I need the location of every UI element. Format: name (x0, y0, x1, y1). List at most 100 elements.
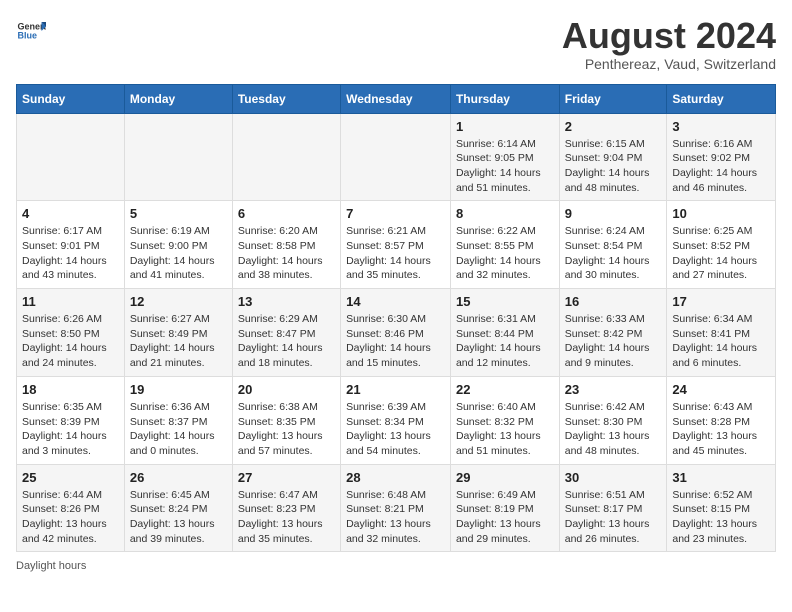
calendar-cell: 17 Sunrise: 6:34 AMSunset: 8:41 PMDayligh… (667, 289, 776, 377)
day-number: 5 (130, 206, 227, 221)
calendar-cell: 26 Sunrise: 6:45 AMSunset: 8:24 PMDayligh… (124, 464, 232, 552)
logo: General Blue (16, 16, 46, 46)
col-header-sunday: Sunday (17, 84, 125, 113)
day-info: Sunrise: 6:45 AMSunset: 8:24 PMDaylight:… (130, 488, 227, 547)
day-number: 20 (238, 382, 335, 397)
calendar-cell: 7 Sunrise: 6:21 AMSunset: 8:57 PMDaylight… (341, 201, 451, 289)
calendar-cell: 22Sunrise: 6:40 AMSunset: 8:32 PMDayligh… (450, 376, 559, 464)
day-info: Sunrise: 6:43 AMSunset: 8:28 PMDaylight:… (672, 400, 770, 459)
calendar-cell: 14 Sunrise: 6:30 AMSunset: 8:46 PMDayligh… (341, 289, 451, 377)
day-info: Sunrise: 6:14 AMSunset: 9:05 PMDaylight:… (456, 137, 554, 196)
calendar-cell: 8 Sunrise: 6:22 AMSunset: 8:55 PMDaylight… (450, 201, 559, 289)
day-number: 25 (22, 470, 119, 485)
day-info: Sunrise: 6:24 AMSunset: 8:54 PMDaylight:… (565, 224, 662, 283)
day-number: 7 (346, 206, 445, 221)
calendar-cell (124, 113, 232, 201)
calendar-cell: 29 Sunrise: 6:49 AMSunset: 8:19 PMDayligh… (450, 464, 559, 552)
day-info: Sunrise: 6:19 AMSunset: 9:00 PMDaylight:… (130, 224, 227, 283)
svg-text:Blue: Blue (18, 31, 38, 41)
day-info: Sunrise: 6:49 AMSunset: 8:19 PMDaylight:… (456, 488, 554, 547)
calendar-cell: 19 Sunrise: 6:36 AMSunset: 8:37 PMDayligh… (124, 376, 232, 464)
day-number: 17 (672, 294, 770, 309)
day-info: Sunrise: 6:36 AMSunset: 8:37 PMDaylight:… (130, 400, 227, 459)
day-info: Sunrise: 6:26 AMSunset: 8:50 PMDaylight:… (22, 312, 119, 371)
title-block: August 2024 Penthereaz, Vaud, Switzerlan… (562, 16, 776, 72)
day-number: 26 (130, 470, 227, 485)
footer-note: Daylight hours (16, 560, 776, 572)
calendar-cell: 28 Sunrise: 6:48 AMSunset: 8:21 PMDayligh… (341, 464, 451, 552)
day-info: Sunrise: 6:42 AMSunset: 8:30 PMDaylight:… (565, 400, 662, 459)
col-header-monday: Monday (124, 84, 232, 113)
calendar-cell: 13 Sunrise: 6:29 AMSunset: 8:47 PMDayligh… (232, 289, 340, 377)
col-header-saturday: Saturday (667, 84, 776, 113)
day-number: 29 (456, 470, 554, 485)
page-header: General Blue August 2024 Penthereaz, Vau… (16, 16, 776, 72)
day-number: 8 (456, 206, 554, 221)
calendar-cell (341, 113, 451, 201)
calendar-cell: 27Sunrise: 6:47 AMSunset: 8:23 PMDayligh… (232, 464, 340, 552)
calendar-week-row: 4Sunrise: 6:17 AMSunset: 9:01 PMDaylight… (17, 201, 776, 289)
calendar-cell: 11 Sunrise: 6:26 AMSunset: 8:50 PMDayligh… (17, 289, 125, 377)
day-info: Sunrise: 6:21 AMSunset: 8:57 PMDaylight:… (346, 224, 445, 283)
day-number: 15 (456, 294, 554, 309)
calendar-cell: 10 Sunrise: 6:25 AMSunset: 8:52 PMDayligh… (667, 201, 776, 289)
calendar-cell (17, 113, 125, 201)
col-header-friday: Friday (559, 84, 667, 113)
day-number: 31 (672, 470, 770, 485)
col-header-wednesday: Wednesday (341, 84, 451, 113)
day-info: Sunrise: 6:29 AMSunset: 8:47 PMDaylight:… (238, 312, 335, 371)
day-info: Sunrise: 6:35 AMSunset: 8:39 PMDaylight:… (22, 400, 119, 459)
calendar-cell: 16Sunrise: 6:33 AMSunset: 8:42 PMDayligh… (559, 289, 667, 377)
day-number: 23 (565, 382, 662, 397)
day-info: Sunrise: 6:34 AMSunset: 8:41 PMDaylight:… (672, 312, 770, 371)
day-info: Sunrise: 6:20 AMSunset: 8:58 PMDaylight:… (238, 224, 335, 283)
calendar-cell: 18 Sunrise: 6:35 AMSunset: 8:39 PMDayligh… (17, 376, 125, 464)
day-info: Sunrise: 6:15 AMSunset: 9:04 PMDaylight:… (565, 137, 662, 196)
calendar-table: SundayMondayTuesdayWednesdayThursdayFrid… (16, 84, 776, 553)
day-info: Sunrise: 6:22 AMSunset: 8:55 PMDaylight:… (456, 224, 554, 283)
calendar-cell: 3 Sunrise: 6:16 AMSunset: 9:02 PMDaylight… (667, 113, 776, 201)
day-info: Sunrise: 6:38 AMSunset: 8:35 PMDaylight:… (238, 400, 335, 459)
calendar-cell: 12 Sunrise: 6:27 AMSunset: 8:49 PMDayligh… (124, 289, 232, 377)
day-info: Sunrise: 6:47 AMSunset: 8:23 PMDaylight:… (238, 488, 335, 547)
day-number: 12 (130, 294, 227, 309)
day-number: 10 (672, 206, 770, 221)
calendar-week-row: 18 Sunrise: 6:35 AMSunset: 8:39 PMDayligh… (17, 376, 776, 464)
day-number: 18 (22, 382, 119, 397)
day-info: Sunrise: 6:51 AMSunset: 8:17 PMDaylight:… (565, 488, 662, 547)
day-number: 30 (565, 470, 662, 485)
day-info: Sunrise: 6:48 AMSunset: 8:21 PMDaylight:… (346, 488, 445, 547)
calendar-cell: 4Sunrise: 6:17 AMSunset: 9:01 PMDaylight… (17, 201, 125, 289)
day-number: 11 (22, 294, 119, 309)
calendar-cell: 21Sunrise: 6:39 AMSunset: 8:34 PMDayligh… (341, 376, 451, 464)
col-header-tuesday: Tuesday (232, 84, 340, 113)
day-number: 16 (565, 294, 662, 309)
day-number: 28 (346, 470, 445, 485)
day-info: Sunrise: 6:31 AMSunset: 8:44 PMDaylight:… (456, 312, 554, 371)
main-title: August 2024 (562, 16, 776, 56)
day-number: 4 (22, 206, 119, 221)
calendar-cell: 23 Sunrise: 6:42 AMSunset: 8:30 PMDayligh… (559, 376, 667, 464)
day-number: 13 (238, 294, 335, 309)
day-number: 2 (565, 119, 662, 134)
calendar-cell (232, 113, 340, 201)
day-number: 14 (346, 294, 445, 309)
calendar-cell: 25Sunrise: 6:44 AMSunset: 8:26 PMDayligh… (17, 464, 125, 552)
day-number: 3 (672, 119, 770, 134)
day-number: 19 (130, 382, 227, 397)
day-info: Sunrise: 6:25 AMSunset: 8:52 PMDaylight:… (672, 224, 770, 283)
day-info: Sunrise: 6:30 AMSunset: 8:46 PMDaylight:… (346, 312, 445, 371)
calendar-week-row: 11 Sunrise: 6:26 AMSunset: 8:50 PMDayligh… (17, 289, 776, 377)
day-info: Sunrise: 6:39 AMSunset: 8:34 PMDaylight:… (346, 400, 445, 459)
daylight-label: Daylight hours (16, 560, 86, 572)
calendar-cell: 24Sunrise: 6:43 AMSunset: 8:28 PMDayligh… (667, 376, 776, 464)
day-number: 22 (456, 382, 554, 397)
calendar-week-row: 1Sunrise: 6:14 AMSunset: 9:05 PMDaylight… (17, 113, 776, 201)
calendar-cell: 31 Sunrise: 6:52 AMSunset: 8:15 PMDayligh… (667, 464, 776, 552)
calendar-header-row: SundayMondayTuesdayWednesdayThursdayFrid… (17, 84, 776, 113)
calendar-cell: 9Sunrise: 6:24 AMSunset: 8:54 PMDaylight… (559, 201, 667, 289)
day-info: Sunrise: 6:52 AMSunset: 8:15 PMDaylight:… (672, 488, 770, 547)
calendar-cell: 5 Sunrise: 6:19 AMSunset: 9:00 PMDaylight… (124, 201, 232, 289)
day-info: Sunrise: 6:27 AMSunset: 8:49 PMDaylight:… (130, 312, 227, 371)
day-info: Sunrise: 6:16 AMSunset: 9:02 PMDaylight:… (672, 137, 770, 196)
